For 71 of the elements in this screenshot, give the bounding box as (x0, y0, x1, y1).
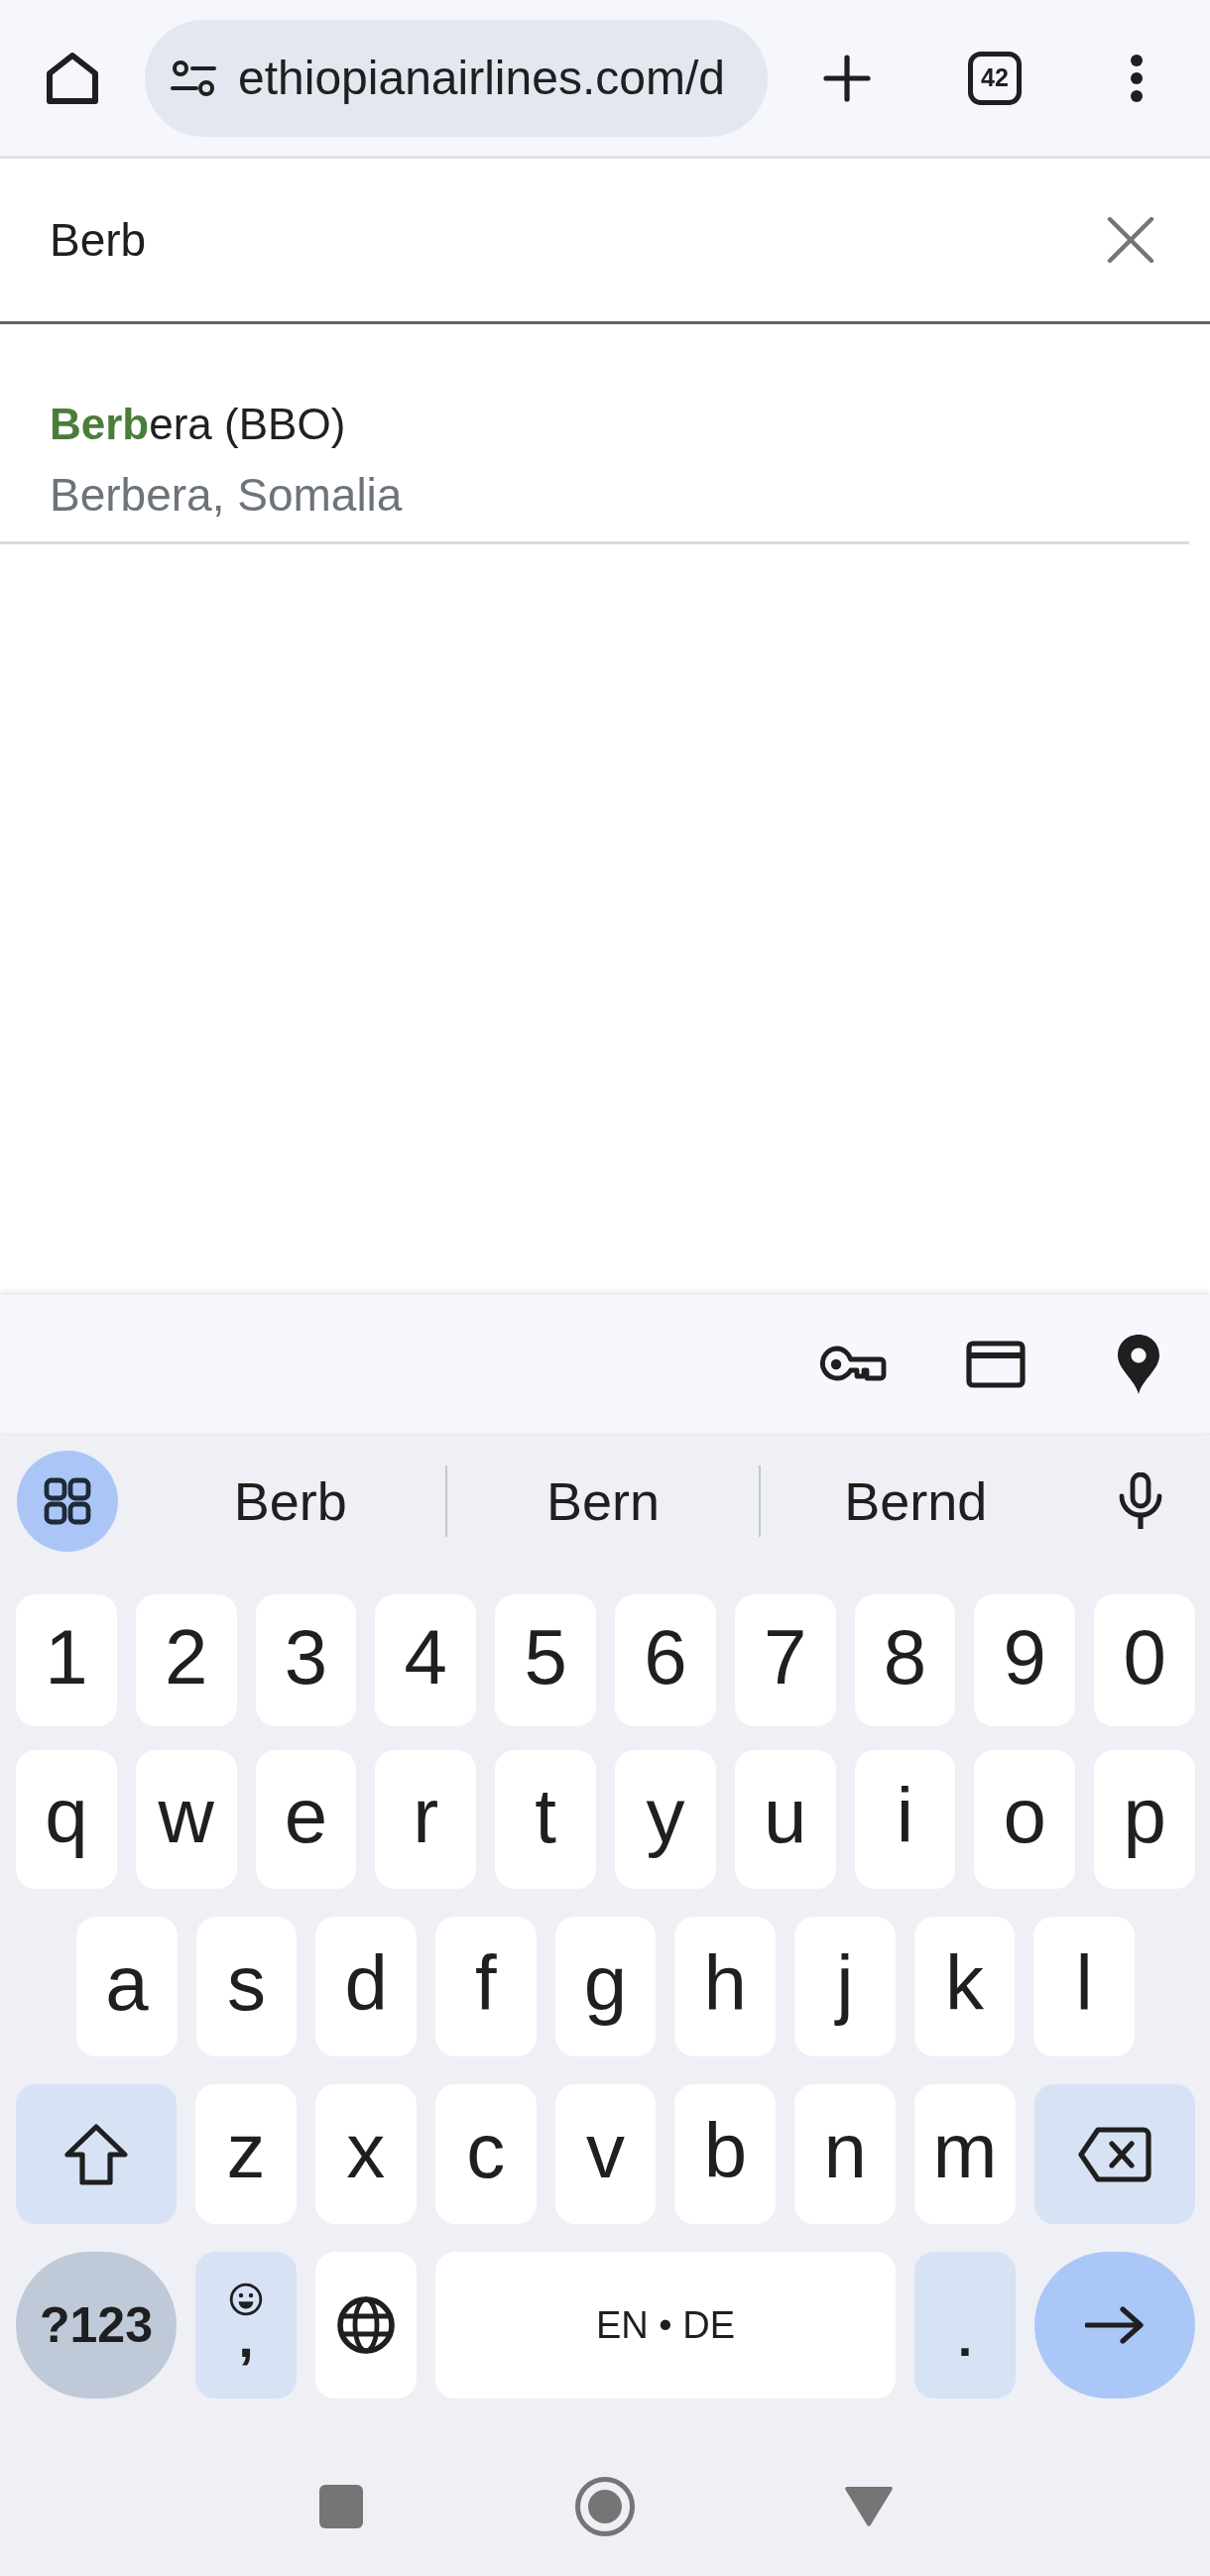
keyboard-key[interactable]: c (434, 2084, 537, 2224)
keyboard-key[interactable]: a (76, 1917, 178, 2056)
triangle-down-icon[interactable] (844, 2485, 894, 2527)
backspace-key[interactable] (1034, 2084, 1195, 2224)
period-key[interactable]: . (914, 2252, 1016, 2399)
keyboard-key[interactable]: m (914, 2084, 1016, 2224)
home-icon[interactable] (46, 50, 99, 106)
keyboard-key[interactable]: 4 (375, 1594, 477, 1726)
grid-icon (44, 1477, 91, 1525)
keyboard-key[interactable]: 0 (1094, 1594, 1195, 1726)
more-menu-icon[interactable] (1130, 53, 1144, 103)
shift-icon (63, 2122, 129, 2186)
microphone-icon[interactable] (1119, 1472, 1162, 1530)
keyboard-key[interactable]: p (1094, 1750, 1195, 1889)
space-key[interactable]: EN • DE (435, 2252, 896, 2399)
ring-nav-icon[interactable] (575, 2476, 635, 2536)
airport-name: Berbera (BBO) (50, 399, 346, 450)
keyboard-key[interactable]: g (554, 1917, 657, 2056)
keyboard-key[interactable]: r (375, 1750, 477, 1889)
card-icon[interactable] (966, 1340, 1026, 1388)
keyboard-key[interactable]: 3 (255, 1594, 357, 1726)
language-key[interactable] (315, 2252, 417, 2399)
shift-key[interactable] (16, 2084, 177, 2224)
keyboard-key[interactable]: h (674, 1917, 777, 2056)
keyboard-key[interactable]: i (854, 1750, 956, 1889)
result-item[interactable]: Berbera (BBO) Berbera, Somalia (0, 324, 1189, 544)
keyboard-key[interactable]: 6 (615, 1594, 716, 1726)
smiley-icon (229, 2283, 263, 2316)
keyboard-key[interactable]: 5 (495, 1594, 596, 1726)
suggestion[interactable]: Berb (135, 1462, 446, 1541)
sliders-icon[interactable] (171, 58, 216, 98)
address-bar[interactable]: ethiopianairlines.com/d (145, 19, 768, 137)
keyboard-key[interactable]: z (195, 2084, 297, 2224)
comma-key[interactable]: , (195, 2252, 297, 2399)
search-field[interactable]: Berb (50, 210, 1107, 270)
backspace-icon (1078, 2125, 1151, 2183)
suggestion[interactable]: Bernd (760, 1462, 1071, 1541)
keyboard-key[interactable]: 8 (854, 1594, 956, 1726)
arrow-right-icon (1085, 2305, 1145, 2345)
keyboard-key[interactable]: u (734, 1750, 836, 1889)
keyboard-key[interactable]: 2 (135, 1594, 237, 1726)
keyboard-key[interactable]: e (255, 1750, 357, 1889)
keyboard-key[interactable]: x (314, 2084, 417, 2224)
suggestion[interactable]: Bern (447, 1462, 759, 1541)
keyboard-key[interactable]: j (794, 1917, 896, 2056)
keyboard-key[interactable]: 7 (734, 1594, 836, 1726)
location-pin-icon[interactable] (1117, 1333, 1160, 1395)
symbols-key[interactable]: ?123 (16, 2252, 177, 2399)
keyboard-key[interactable]: q (16, 1750, 117, 1889)
keyboard-key[interactable]: d (315, 1917, 417, 2056)
keyboard-key[interactable]: k (913, 1917, 1016, 2056)
keyboard-key[interactable]: 1 (16, 1594, 117, 1726)
square-nav-icon[interactable] (319, 2484, 363, 2528)
keyboard-key[interactable]: n (794, 2084, 897, 2224)
close-icon[interactable] (1107, 216, 1154, 264)
keyboard-key[interactable]: w (135, 1750, 237, 1889)
plus-icon[interactable] (823, 54, 871, 102)
keyboard-key[interactable]: y (615, 1750, 716, 1889)
keyboard-key[interactable]: v (554, 2084, 657, 2224)
key-icon[interactable] (819, 1345, 887, 1383)
keyboard-key[interactable]: f (435, 1917, 537, 2056)
keyboard-key[interactable]: s (195, 1917, 298, 2056)
keyboard-key[interactable]: o (974, 1750, 1076, 1889)
airport-location: Berbera, Somalia (50, 469, 403, 521)
keyboard-key[interactable]: 9 (974, 1594, 1076, 1726)
url-text: ethiopianairlines.com/d (238, 51, 725, 105)
keyboard-key[interactable]: b (674, 2084, 777, 2224)
keyboard-key[interactable]: l (1033, 1917, 1136, 2056)
globe-icon (336, 2295, 396, 2355)
keyboard-key[interactable]: t (495, 1750, 596, 1889)
tab-count-button[interactable]: 42 (968, 51, 1022, 105)
